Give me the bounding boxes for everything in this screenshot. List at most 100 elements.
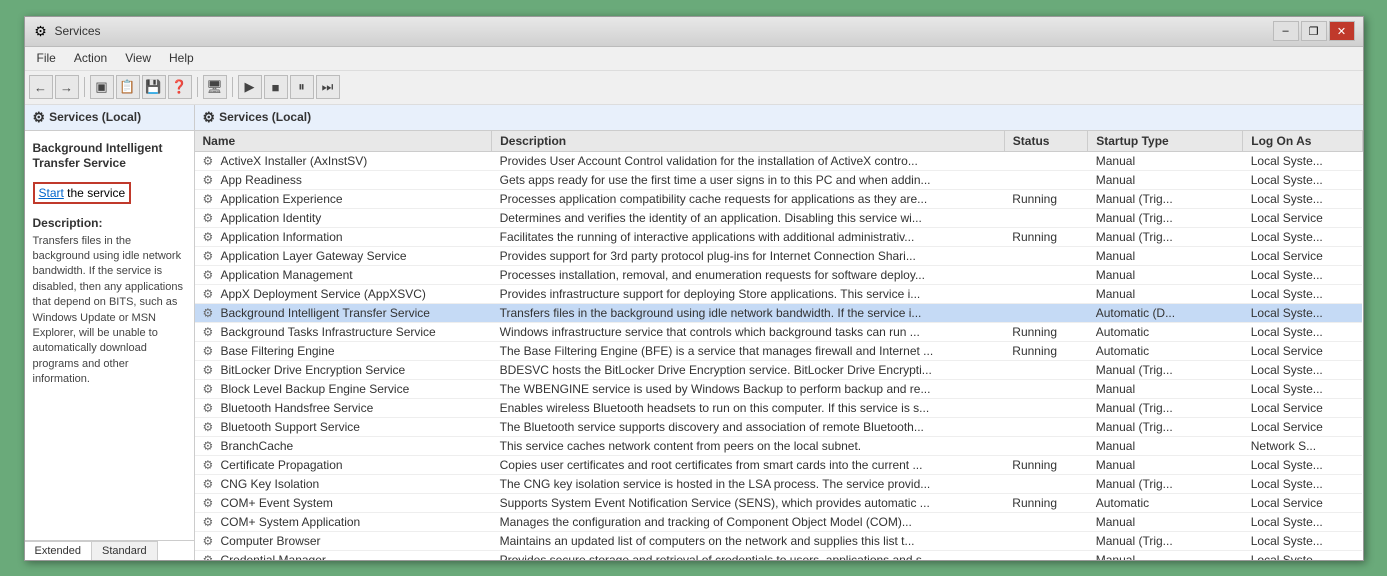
- table-row[interactable]: ⚙COM+ System ApplicationManages the conf…: [195, 512, 1363, 531]
- service-name-cell: ⚙Credential Manager: [195, 551, 492, 560]
- table-row[interactable]: ⚙COM+ Event SystemSupports System Event …: [195, 493, 1363, 512]
- col-description[interactable]: Description: [492, 131, 1005, 152]
- col-status[interactable]: Status: [1004, 131, 1087, 152]
- service-row-icon: ⚙: [203, 192, 217, 206]
- menu-file[interactable]: File: [29, 49, 64, 67]
- service-logon-cell: Local Syste...: [1243, 151, 1362, 170]
- table-row[interactable]: ⚙ActiveX Installer (AxInstSV)Provides Us…: [195, 151, 1363, 170]
- service-row-icon: ⚙: [203, 496, 217, 510]
- tab-standard[interactable]: Standard: [92, 541, 158, 560]
- table-row[interactable]: ⚙Application Layer Gateway ServiceProvid…: [195, 246, 1363, 265]
- back-button[interactable]: ←: [29, 75, 53, 99]
- service-name-text: COM+ Event System: [221, 496, 333, 510]
- service-name-text: ActiveX Installer (AxInstSV): [221, 154, 368, 168]
- service-row-icon: ⚙: [203, 382, 217, 396]
- service-desc-cell: Copies user certificates and root certif…: [492, 455, 1005, 474]
- table-row[interactable]: ⚙Certificate PropagationCopies user cert…: [195, 455, 1363, 474]
- menu-action[interactable]: Action: [66, 49, 115, 67]
- service-row-icon: ⚙: [203, 534, 217, 548]
- table-row[interactable]: ⚙Credential ManagerProvides secure stora…: [195, 550, 1363, 560]
- stop-service-button[interactable]: ■: [264, 75, 288, 99]
- table-row[interactable]: ⚙Bluetooth Handsfree ServiceEnables wire…: [195, 398, 1363, 417]
- help-button[interactable]: ❓: [168, 75, 192, 99]
- service-startup-cell: Manual: [1088, 246, 1243, 265]
- table-row[interactable]: ⚙BranchCacheThis service caches network …: [195, 436, 1363, 455]
- table-row[interactable]: ⚙Application IdentityDetermines and veri…: [195, 208, 1363, 227]
- service-startup-cell: Manual: [1088, 436, 1243, 455]
- service-startup-cell: Automatic (D...: [1088, 303, 1243, 322]
- service-name-text: Base Filtering Engine: [221, 344, 335, 358]
- service-name-cell: ⚙Bluetooth Support Service: [195, 418, 492, 436]
- close-button[interactable]: ✕: [1329, 21, 1355, 41]
- table-row[interactable]: ⚙BitLocker Drive Encryption ServiceBDESV…: [195, 360, 1363, 379]
- service-desc-cell: Provides secure storage and retrieval of…: [492, 550, 1005, 560]
- table-row[interactable]: ⚙AppX Deployment Service (AppXSVC)Provid…: [195, 284, 1363, 303]
- service-name-cell: ⚙App Readiness: [195, 171, 492, 189]
- restore-button[interactable]: ❐: [1301, 21, 1327, 41]
- service-status-cell: [1004, 360, 1087, 379]
- service-name-cell: ⚙Background Tasks Infrastructure Service: [195, 323, 492, 341]
- service-name-cell: ⚙Application Information: [195, 228, 492, 246]
- service-startup-cell: Manual: [1088, 512, 1243, 531]
- table-row[interactable]: ⚙Base Filtering EngineThe Base Filtering…: [195, 341, 1363, 360]
- service-status-cell: Running: [1004, 189, 1087, 208]
- menu-help[interactable]: Help: [161, 49, 202, 67]
- minimize-button[interactable]: –: [1273, 21, 1299, 41]
- start-service-button[interactable]: ▶: [238, 75, 262, 99]
- service-row-icon: ⚙: [203, 439, 217, 453]
- table-row[interactable]: ⚙Application ManagementProcesses install…: [195, 265, 1363, 284]
- service-status-cell: [1004, 512, 1087, 531]
- service-status-cell: Running: [1004, 341, 1087, 360]
- menu-view[interactable]: View: [117, 49, 159, 67]
- table-row[interactable]: ⚙Application ExperienceProcesses applica…: [195, 189, 1363, 208]
- table-row[interactable]: ⚙Block Level Backup Engine ServiceThe WB…: [195, 379, 1363, 398]
- left-panel-title: Services (Local): [49, 110, 141, 124]
- window-title: Services: [55, 24, 101, 38]
- forward-button[interactable]: →: [55, 75, 79, 99]
- service-name-cell: ⚙ActiveX Installer (AxInstSV): [195, 152, 492, 170]
- service-status-cell: [1004, 398, 1087, 417]
- export-list-button[interactable]: 💾: [142, 75, 166, 99]
- pause-service-button[interactable]: ⏸: [290, 75, 314, 99]
- service-logon-cell: Local Syste...: [1243, 189, 1362, 208]
- service-name-text: Application Management: [221, 268, 353, 282]
- properties-button[interactable]: 📋: [116, 75, 140, 99]
- tab-extended[interactable]: Extended: [25, 541, 92, 560]
- service-desc-cell: The Base Filtering Engine (BFE) is a ser…: [492, 341, 1005, 360]
- service-logon-cell: Local Service: [1243, 493, 1362, 512]
- col-name[interactable]: Name: [195, 131, 492, 152]
- table-row[interactable]: ⚙Background Intelligent Transfer Service…: [195, 303, 1363, 322]
- service-desc-cell: Manages the configuration and tracking o…: [492, 512, 1005, 531]
- service-name-text: Application Information: [221, 230, 343, 244]
- table-row[interactable]: ⚙Application InformationFacilitates the …: [195, 227, 1363, 246]
- col-logon[interactable]: Log On As: [1243, 131, 1362, 152]
- services-table[interactable]: Name Description Status Startup Type Log…: [195, 131, 1363, 560]
- service-logon-cell: Local Syste...: [1243, 455, 1362, 474]
- service-logon-cell: Local Service: [1243, 398, 1362, 417]
- service-startup-cell: Manual (Trig...: [1088, 417, 1243, 436]
- service-startup-cell: Manual (Trig...: [1088, 360, 1243, 379]
- col-startup[interactable]: Startup Type: [1088, 131, 1243, 152]
- service-status-cell: [1004, 531, 1087, 550]
- table-row[interactable]: ⚙Computer BrowserMaintains an updated li…: [195, 531, 1363, 550]
- service-status-cell: Running: [1004, 322, 1087, 341]
- table-row[interactable]: ⚙Bluetooth Support ServiceThe Bluetooth …: [195, 417, 1363, 436]
- right-panel: ⚙ Services (Local) Name Description Stat…: [195, 105, 1363, 560]
- service-name-cell: ⚙CNG Key Isolation: [195, 475, 492, 493]
- left-panel-header: ⚙ Services (Local): [25, 105, 194, 131]
- service-name-cell: ⚙AppX Deployment Service (AppXSVC): [195, 285, 492, 303]
- table-row[interactable]: ⚙App ReadinessGets apps ready for use th…: [195, 170, 1363, 189]
- service-logon-cell: Network S...: [1243, 436, 1362, 455]
- service-name-text: Block Level Backup Engine Service: [221, 382, 410, 396]
- table-row[interactable]: ⚙CNG Key IsolationThe CNG key isolation …: [195, 474, 1363, 493]
- separator-3: [232, 77, 233, 97]
- restart-service-button[interactable]: ⏭: [316, 75, 340, 99]
- service-status-cell: Running: [1004, 493, 1087, 512]
- service-row-icon: ⚙: [203, 249, 217, 263]
- new-window-button[interactable]: 🖥: [203, 75, 227, 99]
- start-service-link[interactable]: Start: [39, 186, 64, 200]
- service-row-icon: ⚙: [203, 401, 217, 415]
- show-hide-console-button[interactable]: ▣: [90, 75, 114, 99]
- table-row[interactable]: ⚙Background Tasks Infrastructure Service…: [195, 322, 1363, 341]
- service-name-cell: ⚙Application Layer Gateway Service: [195, 247, 492, 265]
